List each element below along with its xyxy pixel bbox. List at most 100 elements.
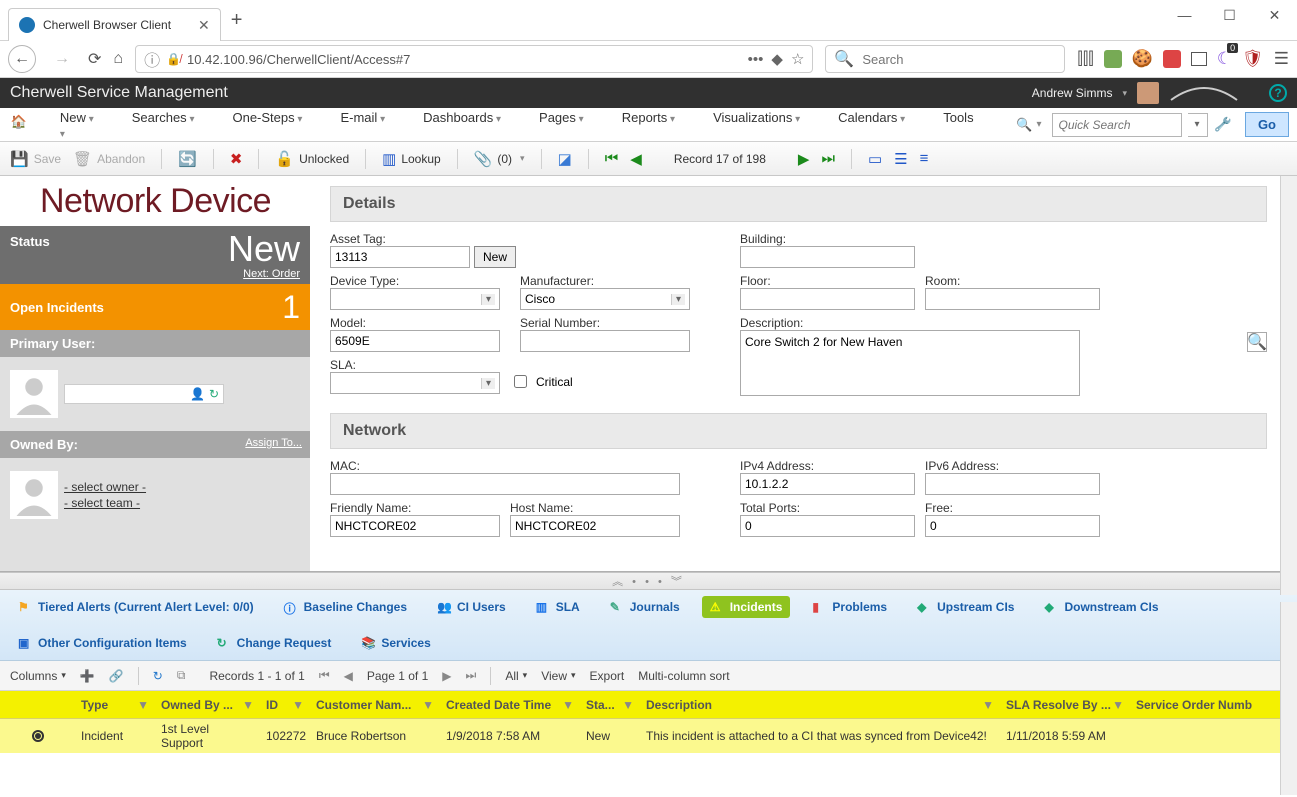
search-tool-icon[interactable]: 🔍 — [1016, 117, 1032, 133]
tab-journals[interactable]: ✎Journals — [602, 596, 688, 618]
grid-refresh-icon[interactable]: ↻ — [153, 669, 163, 683]
tab-incidents[interactable]: ⚠Incidents — [702, 596, 791, 618]
serial-input[interactable] — [520, 330, 690, 352]
sla-select[interactable] — [330, 372, 500, 394]
menu-visualizations[interactable]: Visualizations — [713, 110, 816, 125]
window-minimize[interactable]: — — [1162, 0, 1207, 30]
page-actions-icon[interactable]: ••• — [748, 51, 764, 68]
tab-change-request[interactable]: ↻Change Request — [209, 632, 340, 654]
mac-input[interactable] — [330, 473, 680, 495]
col-id[interactable]: ID▼ — [260, 691, 310, 718]
quick-search-input[interactable] — [1052, 113, 1182, 137]
description-input[interactable] — [740, 330, 1080, 396]
back-button[interactable]: ← — [8, 45, 36, 73]
address-bar[interactable]: ⓘ 🔒̸ 10.42.100.96/CherwellClient/Access#… — [135, 45, 813, 73]
col-service-order[interactable]: Service Order Numb — [1130, 691, 1297, 718]
filter-icon[interactable]: ▼ — [242, 698, 254, 712]
menu-pages[interactable]: Pages — [539, 110, 600, 125]
home-icon[interactable]: 🏠 — [8, 114, 30, 136]
menu-calendars[interactable]: Calendars — [838, 110, 921, 125]
user-refresh-icon[interactable]: ↻ — [209, 387, 219, 401]
columns-dropdown[interactable]: Columns ▾ — [10, 669, 66, 683]
menu-one-steps[interactable]: One-Steps — [232, 110, 318, 125]
eraser-icon[interactable]: ◪ — [558, 150, 572, 168]
new-asset-button[interactable]: New — [474, 246, 516, 268]
select-team-link[interactable]: - select team - — [64, 496, 146, 510]
filter-icon[interactable]: ▼ — [622, 698, 634, 712]
delete-icon[interactable]: ✖ — [230, 150, 243, 168]
user-name[interactable]: Andrew Simms — [1032, 86, 1113, 100]
tab-downstream[interactable]: ◆Downstream CIs — [1036, 596, 1166, 618]
view-form-icon[interactable]: ▭ — [868, 150, 882, 168]
filter-icon[interactable]: ▼ — [292, 698, 304, 712]
col-description[interactable]: Description▼ — [640, 691, 1000, 718]
new-tab-button[interactable]: + — [231, 9, 243, 32]
refresh-icon[interactable]: 🔄 — [178, 150, 197, 168]
ext-1-icon[interactable] — [1104, 50, 1122, 68]
grid-all-dropdown[interactable]: All ▾ — [505, 669, 527, 683]
browser-tab[interactable]: Cherwell Browser Client ✕ — [8, 8, 221, 41]
tab-services[interactable]: 📚Services — [353, 632, 438, 654]
filter-icon[interactable]: ▼ — [562, 698, 574, 712]
ext-badge-icon[interactable]: ☾0 — [1217, 49, 1232, 69]
browser-search[interactable]: 🔍 — [825, 45, 1065, 73]
site-info-icon[interactable]: ⓘ — [144, 47, 160, 71]
building-input[interactable] — [740, 246, 915, 268]
asset-tag-input[interactable] — [330, 246, 470, 268]
library-icon[interactable]: ⫿⫿⫿ — [1077, 49, 1093, 69]
key-icon[interactable]: 🔧 — [1214, 116, 1231, 133]
ext-cookie-icon[interactable]: 🍪 — [1132, 49, 1153, 69]
go-button[interactable]: Go — [1245, 112, 1289, 137]
col-customer[interactable]: Customer Nam...▼ — [310, 691, 440, 718]
col-created[interactable]: Created Date Time▼ — [440, 691, 580, 718]
grid-unlink-icon[interactable]: ⧉ — [177, 668, 186, 683]
tab-sla[interactable]: ▥SLA — [528, 596, 588, 618]
total-ports-input[interactable] — [740, 515, 915, 537]
grid-link-icon[interactable]: 🔗 — [109, 669, 124, 683]
tab-tiered-alerts[interactable]: ⚑Tiered Alerts (Current Alert Level: 0/0… — [10, 596, 262, 618]
browser-search-input[interactable] — [860, 51, 1056, 68]
filter-icon[interactable]: ▼ — [422, 698, 434, 712]
menu-dashboards[interactable]: Dashboards — [423, 110, 517, 125]
view-list-icon[interactable]: ☰ — [894, 150, 907, 168]
ipv4-input[interactable] — [740, 473, 915, 495]
ext-lastpass-icon[interactable] — [1163, 50, 1181, 68]
last-record-icon[interactable]: ⏭ — [821, 150, 835, 167]
user-lookup-icon[interactable]: 👤 — [190, 387, 205, 401]
first-record-icon[interactable]: ⏮ — [605, 150, 619, 167]
filter-icon[interactable]: ▼ — [982, 698, 994, 712]
tab-other-ci[interactable]: ▣Other Configuration Items — [10, 632, 195, 654]
host-name-input[interactable] — [510, 515, 680, 537]
reader-icon[interactable]: ◆ — [771, 50, 783, 68]
user-avatar[interactable] — [1137, 82, 1159, 104]
window-close[interactable]: ✕ — [1252, 0, 1297, 30]
model-input[interactable] — [330, 330, 500, 352]
col-sla[interactable]: SLA Resolve By ...▼ — [1000, 691, 1130, 718]
reload-button[interactable]: ⟳ — [88, 49, 101, 69]
unlocked-button[interactable]: 🔓Unlocked — [275, 150, 349, 168]
close-tab-icon[interactable]: ✕ — [198, 17, 210, 34]
select-owner-link[interactable]: - select owner - — [64, 480, 146, 494]
tab-ci-users[interactable]: 👥CI Users — [429, 596, 514, 618]
filter-icon[interactable]: ▼ — [137, 698, 149, 712]
tab-problems[interactable]: ▮Problems — [804, 596, 895, 618]
grid-add-icon[interactable]: ➕ — [80, 669, 95, 683]
grid-export-button[interactable]: Export — [590, 669, 625, 683]
sidebar-icon[interactable] — [1191, 52, 1207, 66]
table-row[interactable]: Incident 1st Level Support 102272 Bruce … — [0, 719, 1297, 753]
next-record-icon[interactable]: ▶ — [798, 150, 810, 168]
bookmark-star-icon[interactable]: ☆ — [791, 50, 804, 68]
status-next-link[interactable]: Next: Order — [243, 268, 300, 280]
ublock-icon[interactable]: 🛡 — [1242, 49, 1264, 69]
grid-view-dropdown[interactable]: View ▾ — [541, 669, 575, 683]
room-input[interactable] — [925, 288, 1100, 310]
grid-scrollbar[interactable] — [1280, 602, 1297, 795]
ipv6-input[interactable] — [925, 473, 1100, 495]
window-maximize[interactable]: ☐ — [1207, 0, 1252, 30]
primary-user-input[interactable]: 👤 ↻ — [64, 384, 224, 404]
free-ports-input[interactable] — [925, 515, 1100, 537]
filter-icon[interactable]: ▼ — [1112, 698, 1124, 712]
col-status[interactable]: Sta...▼ — [580, 691, 640, 718]
tab-upstream[interactable]: ◆Upstream CIs — [909, 596, 1022, 618]
help-icon[interactable]: ? — [1269, 84, 1287, 102]
